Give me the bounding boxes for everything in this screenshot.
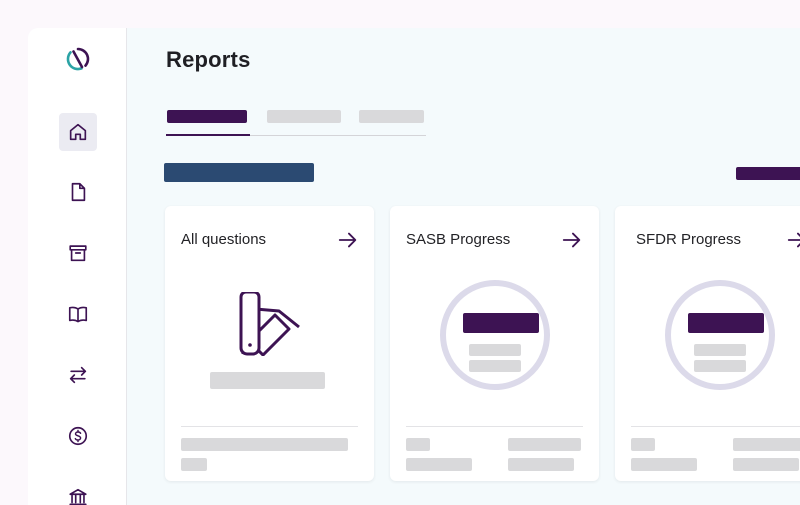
arrow-right-icon[interactable] — [337, 229, 359, 251]
footer-placeholder — [181, 438, 348, 451]
tab-2[interactable] — [266, 110, 342, 136]
footer-placeholder — [631, 458, 697, 471]
sidebar-item-documents[interactable] — [59, 173, 97, 211]
footer-placeholder — [406, 458, 472, 471]
bank-icon — [69, 488, 87, 505]
transfer-icon — [69, 366, 87, 384]
tab-1[interactable] — [166, 110, 250, 136]
progress-label-placeholder — [694, 344, 746, 356]
tab-2-label-placeholder — [267, 110, 341, 123]
sidebar — [28, 28, 127, 505]
sidebar-item-archive[interactable] — [59, 234, 97, 272]
footer-placeholder — [631, 438, 655, 451]
home-icon — [69, 123, 87, 141]
app-window: Reports All questions SASB Progress SFDR… — [28, 28, 800, 505]
tab-1-label-placeholder — [167, 110, 247, 123]
book-icon — [68, 306, 88, 323]
divider — [181, 426, 358, 427]
progress-value-placeholder — [688, 313, 764, 333]
dollar-icon — [68, 426, 88, 446]
footer-placeholder — [508, 438, 581, 451]
card-title: SASB Progress — [406, 231, 511, 248]
tab-3[interactable] — [358, 110, 426, 136]
card-sasb-progress[interactable]: SASB Progress — [390, 206, 599, 481]
footer-placeholder — [733, 458, 799, 471]
document-icon — [71, 182, 86, 202]
progress-label-placeholder — [469, 344, 521, 356]
progress-label-placeholder — [469, 360, 521, 372]
logo-icon[interactable] — [65, 46, 91, 72]
footer-placeholder — [406, 438, 430, 451]
card-title: SFDR Progress — [636, 231, 742, 248]
progress-label-placeholder — [694, 360, 746, 372]
secondary-action-placeholder[interactable] — [736, 167, 800, 180]
archive-icon — [69, 245, 87, 262]
card-sfdr-progress[interactable]: SFDR Progress — [615, 206, 800, 481]
sidebar-item-institutions[interactable] — [59, 478, 97, 505]
sidebar-item-home[interactable] — [59, 113, 97, 151]
progress-ring — [665, 280, 775, 390]
progress-ring — [440, 280, 550, 390]
footer-placeholder — [508, 458, 574, 471]
primary-action-placeholder[interactable] — [164, 163, 314, 182]
main-content: Reports All questions SASB Progress SFDR… — [128, 28, 800, 505]
sidebar-item-library[interactable] — [59, 295, 97, 333]
card-title: All questions — [181, 231, 267, 248]
content-placeholder — [210, 372, 325, 389]
divider — [631, 426, 800, 427]
arrow-right-icon[interactable] — [786, 229, 800, 251]
card-all-questions[interactable]: All questions — [165, 206, 374, 481]
divider — [406, 426, 583, 427]
footer-placeholder — [733, 438, 800, 451]
page-title: Reports — [166, 47, 251, 72]
swatches-icon — [239, 292, 300, 356]
progress-value-placeholder — [463, 313, 539, 333]
arrow-right-icon[interactable] — [561, 229, 583, 251]
footer-placeholder — [181, 458, 207, 471]
tab-3-label-placeholder — [359, 110, 424, 123]
report-tabs — [166, 106, 426, 136]
sidebar-item-finance[interactable] — [59, 417, 97, 455]
sidebar-item-transactions[interactable] — [59, 356, 97, 394]
